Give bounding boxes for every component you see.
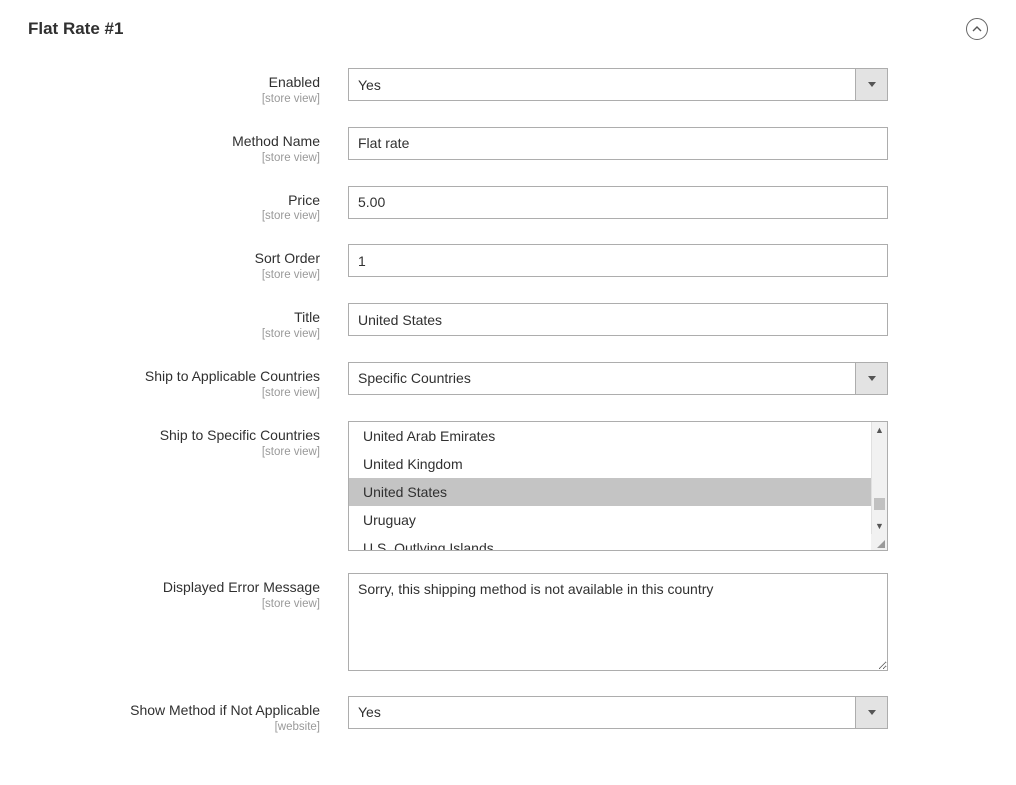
row-error-message: Displayed Error Message [store view] (28, 573, 988, 674)
chevron-up-icon (972, 26, 982, 32)
select-value: Yes (348, 68, 855, 101)
row-ship-applicable: Ship to Applicable Countries [store view… (28, 362, 988, 399)
label-sort-order: Sort Order [store view] (28, 244, 348, 281)
scroll-up-icon[interactable]: ▲ (872, 422, 887, 438)
scope-text: [store view] (28, 269, 320, 281)
multiselect-option[interactable]: Uruguay (349, 506, 871, 534)
error-message-textarea[interactable] (348, 573, 888, 671)
multiselect-option[interactable]: United States (349, 478, 871, 506)
label-error-message: Displayed Error Message [store view] (28, 573, 348, 610)
label-text: Sort Order (28, 250, 320, 267)
scope-text: [store view] (28, 446, 320, 458)
label-text: Show Method if Not Applicable (28, 702, 320, 719)
label-ship-specific: Ship to Specific Countries [store view] (28, 421, 348, 458)
scope-text: [store view] (28, 93, 320, 105)
label-text: Ship to Specific Countries (28, 427, 320, 444)
row-sort-order: Sort Order [store view] (28, 244, 988, 281)
scroll-down-icon[interactable]: ▼ (872, 518, 887, 534)
collapse-toggle-button[interactable] (966, 18, 988, 40)
dropdown-arrow-icon (855, 362, 888, 395)
label-enabled: Enabled [store view] (28, 68, 348, 105)
label-text: Price (28, 192, 320, 209)
sort-order-input[interactable] (348, 244, 888, 277)
enabled-select[interactable]: Yes (348, 68, 888, 101)
label-title: Title [store view] (28, 303, 348, 340)
resize-handle-icon[interactable] (871, 534, 887, 550)
label-text: Enabled (28, 74, 320, 91)
ship-specific-multiselect[interactable]: United Arab EmiratesUnited KingdomUnited… (348, 421, 888, 551)
dropdown-arrow-icon (855, 68, 888, 101)
flat-rate-section: Flat Rate #1 Enabled [store view] Yes Me… (0, 0, 1016, 785)
select-value: Yes (348, 696, 855, 729)
row-ship-specific: Ship to Specific Countries [store view] … (28, 421, 988, 551)
select-value: Specific Countries (348, 362, 855, 395)
row-enabled: Enabled [store view] Yes (28, 68, 988, 105)
label-ship-applicable: Ship to Applicable Countries [store view… (28, 362, 348, 399)
label-price: Price [store view] (28, 186, 348, 223)
section-header: Flat Rate #1 (28, 18, 988, 40)
multiselect-option[interactable]: United Arab Emirates (349, 422, 871, 450)
row-title: Title [store view] (28, 303, 988, 340)
row-method-name: Method Name [store view] (28, 127, 988, 164)
multiselect-option[interactable]: United Kingdom (349, 450, 871, 478)
dropdown-arrow-icon (855, 696, 888, 729)
row-show-if-na: Show Method if Not Applicable [website] … (28, 696, 988, 733)
scope-text: [store view] (28, 598, 320, 610)
scope-text: [store view] (28, 152, 320, 164)
method-name-input[interactable] (348, 127, 888, 160)
row-price: Price [store view] (28, 186, 988, 223)
scope-text: [store view] (28, 210, 320, 222)
label-text: Displayed Error Message (28, 579, 320, 596)
scroll-thumb[interactable] (874, 498, 885, 510)
multiselect-scrollbar[interactable]: ▲ ▼ (871, 422, 887, 550)
label-method-name: Method Name [store view] (28, 127, 348, 164)
label-text: Method Name (28, 133, 320, 150)
price-input[interactable] (348, 186, 888, 219)
label-text: Ship to Applicable Countries (28, 368, 320, 385)
ship-applicable-select[interactable]: Specific Countries (348, 362, 888, 395)
show-if-na-select[interactable]: Yes (348, 696, 888, 729)
scope-text: [store view] (28, 328, 320, 340)
scope-text: [website] (28, 721, 320, 733)
label-text: Title (28, 309, 320, 326)
multiselect-option[interactable]: U.S. Outlying Islands (349, 534, 871, 550)
section-title: Flat Rate #1 (28, 19, 123, 39)
title-input[interactable] (348, 303, 888, 336)
label-show-if-na: Show Method if Not Applicable [website] (28, 696, 348, 733)
scope-text: [store view] (28, 387, 320, 399)
